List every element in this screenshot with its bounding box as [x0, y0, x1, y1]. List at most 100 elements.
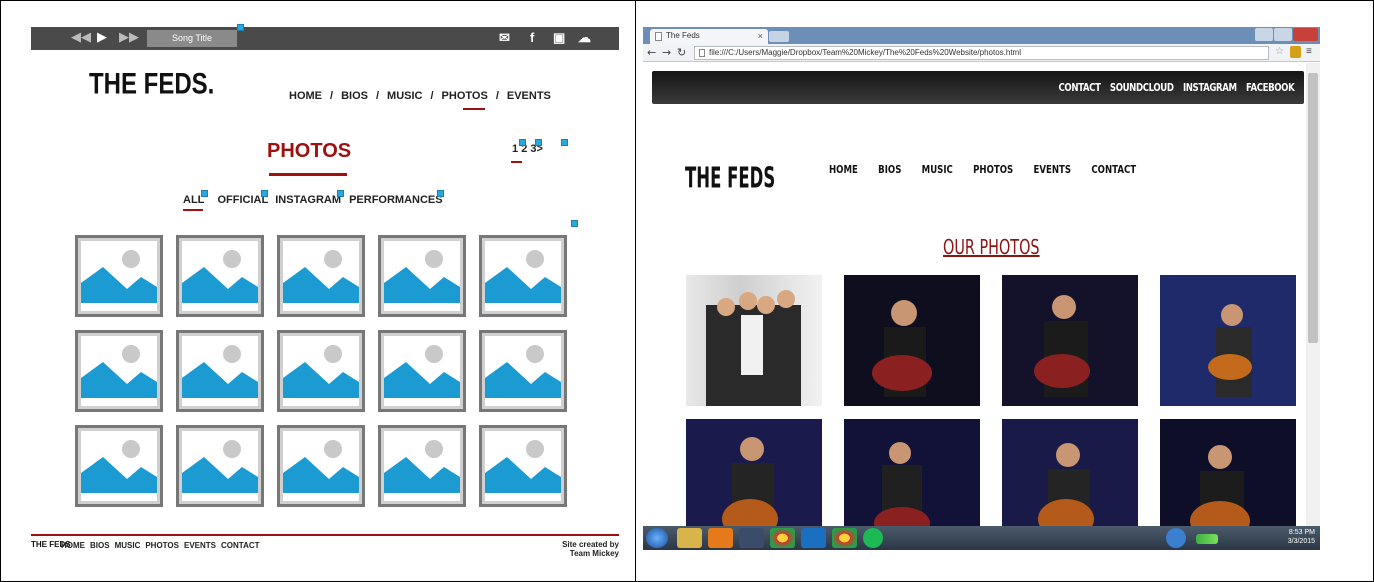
image-placeholder[interactable] [75, 425, 163, 507]
footer-nav-bios[interactable]: BIOS [90, 541, 110, 550]
extension-icon[interactable] [1290, 46, 1301, 58]
image-placeholder[interactable] [479, 425, 567, 507]
back-icon[interactable]: ← [647, 46, 656, 59]
filter-performances[interactable]: PERFORMANCES [349, 194, 443, 206]
page-scrollbar[interactable] [1306, 63, 1320, 526]
footer-nav-photos[interactable]: PHOTOS [145, 541, 179, 550]
tab-the-feds[interactable]: The Feds × [650, 29, 768, 44]
photo-guitarist-7[interactable] [1160, 419, 1296, 526]
annotation-pin [261, 190, 268, 197]
site-logo[interactable]: THE FEDS [685, 163, 775, 196]
app-icon[interactable] [739, 528, 764, 548]
play-icon[interactable]: ▶ [97, 30, 107, 45]
image-placeholder-icon [485, 241, 561, 311]
top-link-instagram[interactable]: INSTAGRAM [1183, 81, 1237, 94]
footer-nav-music[interactable]: MUSIC [115, 541, 141, 550]
mail-icon[interactable]: ✉ [499, 30, 510, 46]
image-placeholder-icon [182, 431, 258, 501]
minimize-button[interactable] [1255, 28, 1273, 41]
bookmark-star-icon[interactable]: ☆ [1275, 46, 1284, 57]
image-placeholder[interactable] [75, 330, 163, 412]
instagram-icon[interactable]: ▣ [553, 30, 565, 46]
fast-forward-icon[interactable]: ▶▶ [119, 30, 139, 45]
soundcloud-icon[interactable]: ☁ [578, 30, 591, 46]
site-nav-contact[interactable]: CONTACT [1091, 163, 1136, 176]
file-explorer-icon[interactable] [677, 528, 702, 548]
photo-guitarist-3[interactable] [1160, 275, 1296, 406]
page-1-link[interactable]: 1 [512, 143, 518, 155]
photo-guitarist-6[interactable] [1002, 419, 1138, 526]
facebook-icon[interactable]: f [530, 30, 534, 45]
active-nav-underline [463, 108, 485, 110]
rewind-icon[interactable]: ◀◀ [71, 30, 91, 45]
nav-events[interactable]: EVENTS [507, 90, 551, 102]
photo-group-shot[interactable] [686, 275, 822, 406]
annotation-pin [437, 190, 444, 197]
image-placeholder[interactable] [378, 235, 466, 317]
site-credit: Site created by Team Mickey [562, 540, 619, 558]
scrollbar-thumb[interactable] [1308, 73, 1318, 343]
image-placeholder-icon [485, 336, 561, 406]
close-window-button[interactable] [1293, 28, 1318, 41]
photo-guitarist-5[interactable] [844, 419, 980, 526]
spotify-icon[interactable] [863, 528, 883, 548]
image-placeholder[interactable] [176, 330, 264, 412]
site-nav-photos[interactable]: PHOTOS [973, 163, 1013, 176]
chrome-icon[interactable] [832, 528, 857, 548]
nav-home[interactable]: HOME [289, 90, 322, 102]
top-link-contact[interactable]: CONTACT [1058, 81, 1100, 94]
nav-bios[interactable]: BIOS [341, 90, 368, 102]
annotation-pin [571, 220, 578, 227]
browser-window: The Feds × ← → ↻ file:///C:/Users/Maggie… [643, 27, 1320, 550]
top-link-facebook[interactable]: FACEBOOK [1246, 81, 1295, 94]
image-placeholder[interactable] [277, 425, 365, 507]
footer-nav-home[interactable]: HOME [61, 541, 85, 550]
site-nav-music[interactable]: MUSIC [922, 163, 953, 176]
system-clock[interactable]: 8:53 PM 3/3/2015 [1288, 528, 1315, 546]
image-placeholder-icon [81, 431, 157, 501]
chrome-icon[interactable] [770, 528, 795, 548]
new-tab-button[interactable] [769, 31, 789, 42]
nav-music[interactable]: MUSIC [387, 90, 422, 102]
image-placeholder[interactable] [176, 235, 264, 317]
site-nav-home[interactable]: HOME [829, 163, 858, 176]
nav-photos[interactable]: PHOTOS [442, 90, 488, 102]
image-placeholder[interactable] [277, 330, 365, 412]
site-nav-events[interactable]: EVENTS [1033, 163, 1071, 176]
start-button-icon[interactable] [646, 528, 668, 548]
menu-icon[interactable]: ≡ [1306, 46, 1312, 57]
image-placeholder-icon [384, 336, 460, 406]
tray-app-icon[interactable] [1166, 528, 1186, 548]
site-logo[interactable]: THE FEDS. [89, 67, 214, 102]
top-link-soundcloud[interactable]: SOUNDCLOUD [1110, 81, 1174, 94]
address-bar[interactable]: file:///C:/Users/Maggie/Dropbox/Team%20M… [694, 46, 1269, 60]
annotation-pin [519, 139, 526, 146]
reload-icon[interactable]: ↻ [677, 46, 686, 59]
image-placeholder[interactable] [277, 235, 365, 317]
photo-guitarist-1[interactable] [844, 275, 980, 406]
media-player-icon[interactable] [708, 528, 733, 548]
image-placeholder[interactable] [479, 330, 567, 412]
image-placeholder[interactable] [378, 330, 466, 412]
image-placeholder[interactable] [479, 235, 567, 317]
image-placeholder[interactable] [176, 425, 264, 507]
footer-nav-events[interactable]: EVENTS [184, 541, 216, 550]
forward-icon[interactable]: → [662, 46, 671, 59]
footer-nav-contact[interactable]: CONTACT [221, 541, 260, 550]
image-placeholder[interactable] [378, 425, 466, 507]
active-page-underline [511, 161, 522, 163]
annotation-pin [561, 139, 568, 146]
song-title-field: Song Title [147, 30, 237, 47]
filter-instagram[interactable]: INSTAGRAM [275, 194, 341, 206]
image-placeholder[interactable] [75, 235, 163, 317]
image-placeholder-icon [182, 241, 258, 311]
photo-guitarist-4[interactable] [686, 419, 822, 526]
footer-divider [31, 534, 619, 536]
maximize-button[interactable] [1274, 28, 1292, 41]
close-tab-icon[interactable]: × [758, 29, 763, 43]
site-nav: HOME BIOS MUSIC PHOTOS EVENTS CONTACT [829, 163, 1156, 176]
photo-guitarist-2[interactable] [1002, 275, 1138, 406]
site-nav-bios[interactable]: BIOS [878, 163, 901, 176]
app-icon[interactable] [801, 528, 826, 548]
image-placeholder-icon [182, 336, 258, 406]
